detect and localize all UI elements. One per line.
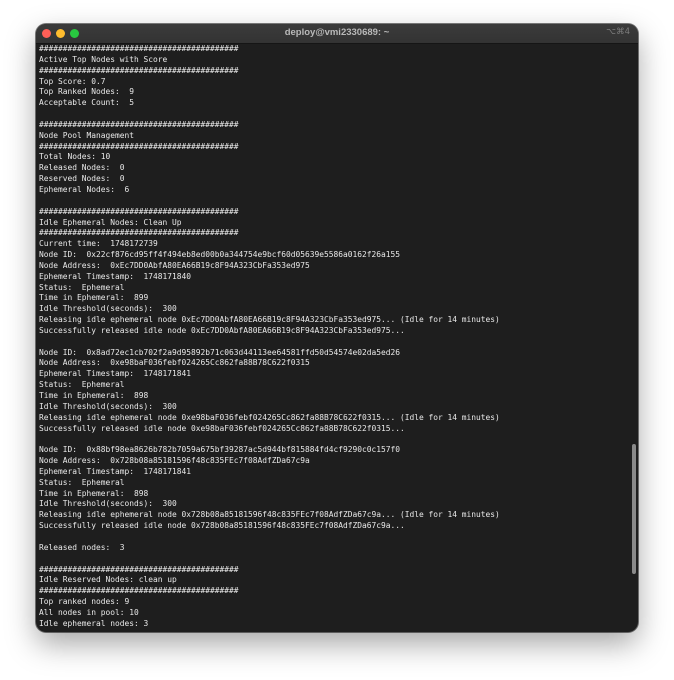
terminal-line: Idle Ephemeral Nodes: Clean Up bbox=[39, 217, 182, 227]
terminal-line: Time in Ephemeral: 898 bbox=[39, 391, 149, 400]
terminal-line: Node ID: 0x22cf876cd95ff4f494eb8ed00b0a3… bbox=[39, 250, 401, 260]
terminal-line: Idle Threshold(seconds): 300 bbox=[39, 304, 177, 314]
terminal-line: All nodes in pool: 10 bbox=[39, 607, 139, 617]
terminal-window: deploy@vmi2330689: ~ ⌥⌘4 ###############… bbox=[36, 24, 638, 632]
terminal-line: ########################################… bbox=[39, 44, 239, 53]
terminal-line: Node Address: 0x728b08a85181596f48c835FE… bbox=[39, 456, 310, 466]
terminal-line: Reserved Nodes: 0 bbox=[39, 174, 125, 184]
terminal-line: Successfully released idle node 0x728b08… bbox=[39, 521, 405, 531]
terminal-line: Time in Ephemeral: 898 bbox=[39, 488, 149, 498]
scrollbar-thumb[interactable] bbox=[632, 444, 636, 574]
terminal-line: Time in Ephemeral: 899 bbox=[39, 293, 149, 303]
terminal-line: ########################################… bbox=[39, 119, 239, 129]
terminal-line: Top Ranked Nodes: 9 bbox=[39, 87, 135, 97]
terminal-line: ########################################… bbox=[39, 228, 239, 238]
terminal-line: Released Nodes: 0 bbox=[39, 163, 125, 173]
terminal-line: Ephemeral Timestamp: 1748171840 bbox=[39, 271, 192, 281]
terminal-line: Ephemeral Timestamp: 1748171841 bbox=[39, 369, 192, 379]
terminal-output[interactable]: ########################################… bbox=[39, 44, 630, 632]
terminal-line: Active Top Nodes with Score bbox=[39, 54, 168, 64]
terminal-line: Ephemeral Timestamp: 1748171841 bbox=[39, 466, 192, 476]
terminal-line: Successfully released idle node 0xe98baF… bbox=[39, 423, 405, 433]
terminal-line: Releasing idle ephemeral node 0x728b08a8… bbox=[39, 510, 500, 520]
terminal-line: Total Nodes: 10 bbox=[39, 152, 111, 162]
terminal-line: ########################################… bbox=[39, 586, 239, 596]
terminal-line: Idle ephemeral nodes: 3 bbox=[39, 618, 149, 628]
tab-shortcut-label: ⌥⌘4 bbox=[606, 27, 630, 37]
terminal-line: Node Address: 0xEc7DD0AbfA80EA66B19c8F94… bbox=[39, 260, 310, 270]
terminal-line: Current time: 1748172739 bbox=[39, 239, 158, 249]
window-title: deploy@vmi2330689: ~ bbox=[284, 27, 390, 38]
terminal-line: Successfully released idle node 0xEc7DD0… bbox=[39, 325, 405, 335]
terminal-line: Node ID: 0x8ad72ec1cb702f2a9d95892b71c06… bbox=[39, 347, 401, 357]
terminal-line: Releasing idle ephemeral node 0xEc7DD0Ab… bbox=[39, 315, 500, 325]
terminal-line: Released nodes: 3 bbox=[39, 542, 125, 552]
terminal-line: ########################################… bbox=[39, 65, 239, 75]
terminal-line: Top Score: 0.7 bbox=[39, 76, 106, 86]
terminal-line: Ephemeral Nodes: 6 bbox=[39, 184, 130, 194]
terminal-line: Status: Ephemeral bbox=[39, 477, 125, 487]
terminal-line: Acceptable Count: 5 bbox=[39, 98, 135, 108]
terminal-line: Node Pool Management bbox=[39, 130, 135, 140]
terminal-line: Idle Reserved Nodes: clean up bbox=[39, 575, 177, 585]
terminal-line: ########################################… bbox=[39, 564, 239, 574]
terminal-line: ########################################… bbox=[39, 141, 239, 151]
terminal-line: Status: Ephemeral bbox=[39, 380, 125, 390]
terminal-line: Top ranked nodes: 9 bbox=[39, 597, 130, 607]
title-bar: deploy@vmi2330689: ~ ⌥⌘4 bbox=[36, 24, 638, 44]
terminal-line: Status: Ephemeral bbox=[39, 282, 125, 292]
terminal-line: ########################################… bbox=[39, 206, 239, 216]
terminal-line: Node Address: 0xe98baF036febf024265Cc862… bbox=[39, 358, 310, 368]
terminal-line: Node ID: 0x88bf98ea8626b782b7059a675bf39… bbox=[39, 445, 401, 455]
terminal-line: Releasing idle ephemeral node 0xe98baF03… bbox=[39, 412, 500, 422]
terminal-line: Idle Threshold(seconds): 300 bbox=[39, 499, 177, 509]
terminal-line: Idle Threshold(seconds): 300 bbox=[39, 401, 177, 411]
